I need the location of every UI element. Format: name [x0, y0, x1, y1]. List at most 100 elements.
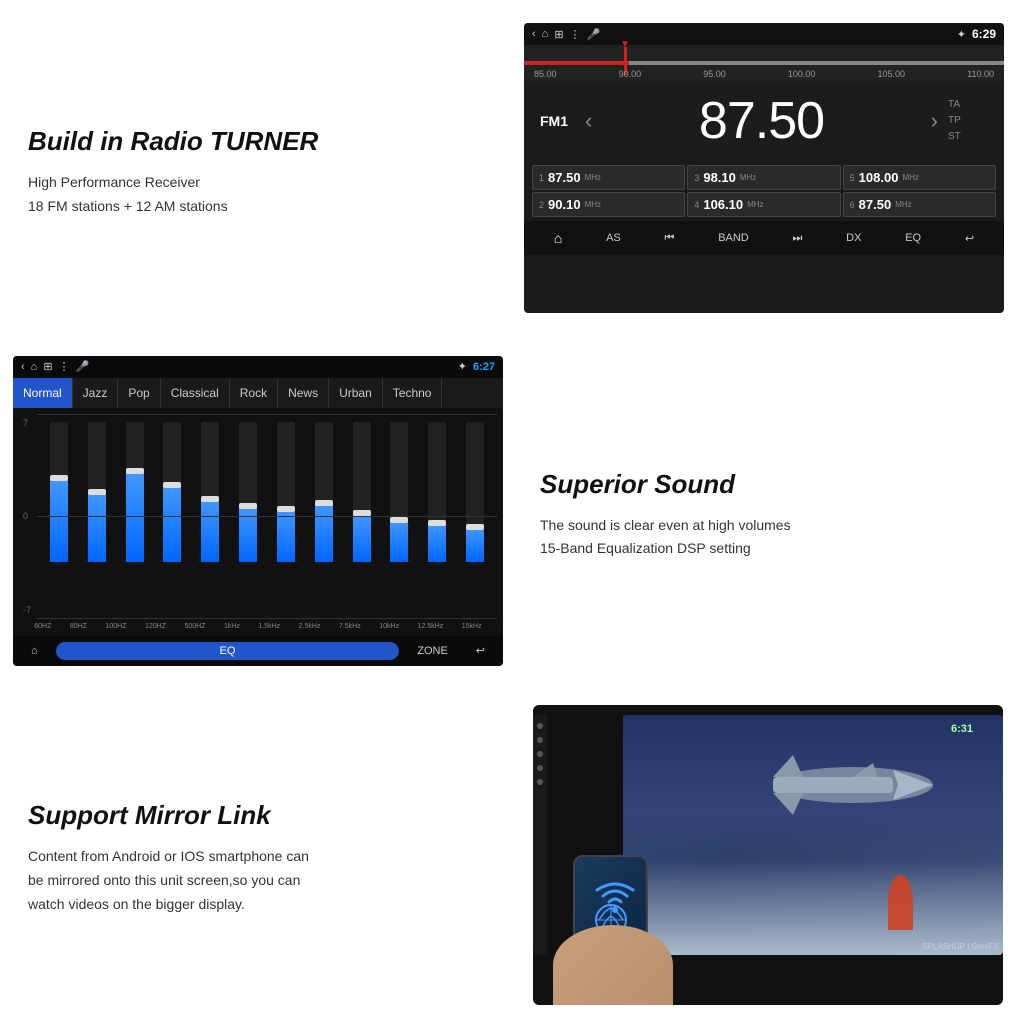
eq-body-line1: The sound is clear even at high volumes: [540, 514, 1004, 538]
airplane-svg: [653, 735, 953, 835]
radio-body: High Performance Receiver 18 FM stations…: [28, 171, 492, 219]
freq-label-2: 90.00: [619, 69, 642, 79]
eq-bar-500hz[interactable]: [192, 416, 228, 576]
eq-bar-10khz[interactable]: [381, 416, 417, 576]
preset-1[interactable]: 1 87.50 MHz: [532, 165, 685, 190]
preset-3-num: 3: [694, 173, 699, 183]
eq-bar-15khz[interactable]: [457, 416, 493, 576]
side-dot-3: [537, 751, 543, 757]
preset-5[interactable]: 5 108.00 MHz: [843, 165, 996, 190]
eq-level-7: 7: [23, 418, 33, 428]
eq-bar-2.5khz[interactable]: [306, 416, 342, 576]
eq-back-icon[interactable]: ‹: [21, 361, 25, 373]
eq-level-0: 0: [23, 511, 33, 521]
radio-dx-button[interactable]: DX: [838, 228, 869, 248]
eq-ui: ‹ ⌂ ⊞ ⋮ 🎤 ✦ 6:27 Normal Jazz Pop Classic…: [13, 356, 503, 666]
preset-1-freq: 87.50: [548, 170, 581, 185]
mirror-side-panel: [533, 715, 547, 955]
preset-2-freq: 90.10: [548, 197, 581, 212]
mirror-title: Support Mirror Link: [28, 800, 492, 831]
freq-label-1: 85.00: [534, 69, 557, 79]
freq-60hz: 60HZ: [34, 623, 51, 630]
home-icon[interactable]: ⌂: [542, 28, 549, 40]
freq-100hz: 100HZ: [105, 623, 126, 630]
eq-preset-techno[interactable]: Techno: [383, 378, 443, 408]
eq-status-icons: ‹ ⌂ ⊞ ⋮ 🎤: [21, 360, 89, 373]
eq-preset-urban[interactable]: Urban: [329, 378, 383, 408]
radio-body-line2: 18 FM stations + 12 AM stations: [28, 195, 492, 219]
radio-eq-button[interactable]: EQ: [897, 228, 929, 248]
eq-bottom-controls: ⌂ EQ ZONE ↩: [13, 636, 503, 666]
radio-return-button[interactable]: ↩: [957, 228, 982, 249]
eq-bluetooth-icon: ✦: [458, 360, 467, 373]
radio-status-icons: ‹ ⌂ ⊞ ⋮ 🎤: [532, 28, 600, 41]
preset-5-unit: MHz: [902, 173, 918, 182]
eq-preset-rock[interactable]: Rock: [230, 378, 278, 408]
radio-screenshot-section: ‹ ⌂ ⊞ ⋮ 🎤 ✦ 6:29 85.00 90.00: [512, 0, 1024, 337]
preset-2-unit: MHz: [585, 200, 601, 209]
freq-track-red: [524, 61, 629, 65]
mirror-body-line3: watch videos on the bigger display.: [28, 893, 492, 917]
radio-next-arrow[interactable]: ›: [931, 108, 938, 134]
mic-icon[interactable]: 🎤: [587, 28, 601, 41]
radio-next-button[interactable]: ⏭: [785, 228, 811, 249]
preset-1-unit: MHz: [585, 173, 601, 182]
preset-3[interactable]: 3 98.10 MHz: [687, 165, 840, 190]
radio-prev-arrow[interactable]: ‹: [585, 108, 592, 134]
mirror-screenshot-section: 6:31 SPLASHUP | GemFX: [512, 685, 1024, 1024]
radio-home-button[interactable]: ⌂: [546, 226, 570, 250]
preset-2[interactable]: 2 90.10 MHz: [532, 192, 685, 217]
eq-time: 6:27: [473, 361, 495, 373]
eq-home-icon[interactable]: ⌂: [31, 361, 38, 373]
back-icon[interactable]: ‹: [532, 28, 536, 40]
preset-6-num: 6: [850, 200, 855, 210]
preset-6-freq: 87.50: [859, 197, 892, 212]
eq-bar-120hz[interactable]: [154, 416, 190, 576]
preset-6[interactable]: 6 87.50 MHz: [843, 192, 996, 217]
radio-prev-button[interactable]: ⏮: [657, 228, 683, 249]
menu-icon[interactable]: ⋮: [570, 28, 581, 41]
apps-icon[interactable]: ⊞: [554, 28, 563, 41]
freq-label-6: 110.00: [967, 69, 994, 79]
eq-home-button[interactable]: ⌂: [21, 642, 48, 660]
mirror-body-line1: Content from Android or IOS smartphone c…: [28, 845, 492, 869]
eq-text-section: Superior Sound The sound is clear even a…: [512, 337, 1024, 686]
mirror-screen: 6:31 SPLASHUP | GemFX: [623, 715, 1003, 955]
radio-band-button[interactable]: BAND: [710, 228, 757, 248]
eq-preset-jazz[interactable]: Jazz: [73, 378, 119, 408]
mirror-body-line2: be mirrored onto this unit screen,so you…: [28, 869, 492, 893]
eq-bar-7.5khz[interactable]: [344, 416, 380, 576]
mirror-ui: 6:31 SPLASHUP | GemFX: [533, 705, 1003, 1005]
radio-frequency: 87.50: [602, 91, 920, 151]
eq-bar-60hz[interactable]: [41, 416, 77, 576]
eq-menu-icon[interactable]: ⋮: [59, 360, 70, 373]
eq-eq-button[interactable]: EQ: [56, 642, 400, 660]
radio-as-button[interactable]: AS: [598, 228, 629, 248]
freq-labels: 85.00 90.00 95.00 100.00 105.00 110.00: [524, 69, 1004, 79]
eq-zone-button[interactable]: ZONE: [407, 642, 458, 660]
eq-bar-1.5khz[interactable]: [268, 416, 304, 576]
radio-text-section: Build in Radio TURNER High Performance R…: [0, 0, 512, 337]
radio-main-display: FM1 ‹ 87.50 › TA TP ST: [524, 81, 1004, 161]
eq-bar-1khz[interactable]: [230, 416, 266, 576]
eq-preset-pop[interactable]: Pop: [118, 378, 160, 408]
st-label: ST: [948, 129, 988, 145]
preset-6-unit: MHz: [895, 200, 911, 209]
eq-preset-news[interactable]: News: [278, 378, 329, 408]
freq-10khz: 10kHz: [379, 623, 399, 630]
eq-bar-80hz[interactable]: [79, 416, 115, 576]
eq-preset-classical[interactable]: Classical: [161, 378, 230, 408]
eq-apps-icon[interactable]: ⊞: [43, 360, 52, 373]
eq-preset-normal[interactable]: Normal: [13, 378, 73, 408]
eq-return-button[interactable]: ↩: [466, 641, 495, 660]
eq-title: Superior Sound: [540, 469, 1004, 500]
mirror-screen-time: 6:31: [951, 723, 973, 735]
eq-body-line2: 15-Band Equalization DSP setting: [540, 537, 1004, 561]
ta-label: TA: [948, 97, 988, 113]
eq-mic-icon[interactable]: 🎤: [76, 360, 90, 373]
eq-bar-12.5khz[interactable]: [419, 416, 455, 576]
eq-bar-100hz[interactable]: [117, 416, 153, 576]
mirror-screen-content: 6:31 SPLASHUP | GemFX: [623, 715, 1003, 955]
preset-4[interactable]: 4 106.10 MHz: [687, 192, 840, 217]
freq-1khz: 1kHz: [224, 623, 240, 630]
